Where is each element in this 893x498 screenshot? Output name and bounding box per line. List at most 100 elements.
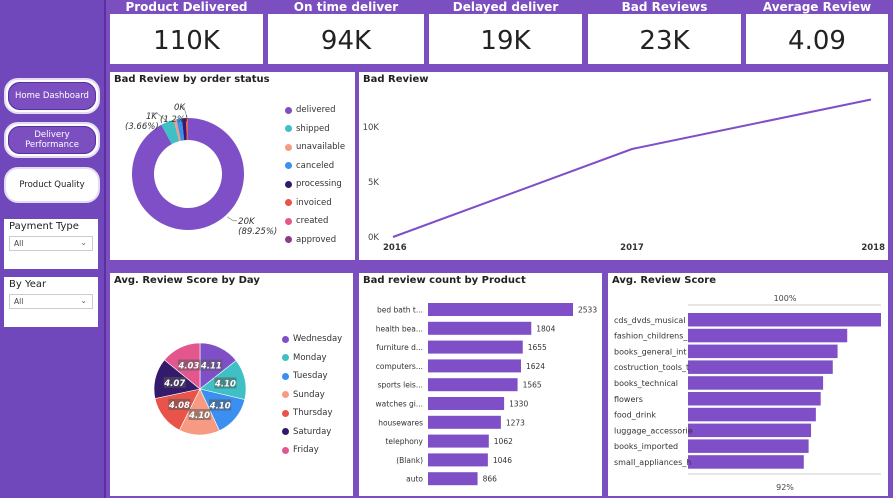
bar[interactable] bbox=[688, 328, 848, 343]
status-legend: delivered shipped unavailable canceled proce… bbox=[285, 101, 345, 249]
legend-swatch bbox=[282, 335, 289, 343]
bar[interactable] bbox=[428, 453, 488, 467]
slice-label: 4.11 bbox=[200, 362, 222, 372]
legend-item[interactable]: delivered bbox=[285, 101, 345, 120]
delivery-performance-label: Delivery Performance bbox=[25, 130, 79, 150]
bar[interactable] bbox=[688, 360, 833, 374]
bar[interactable] bbox=[428, 359, 521, 373]
product-quality-button[interactable]: Product Quality bbox=[4, 167, 100, 203]
kpi-title: Product Delivered bbox=[110, 0, 263, 14]
kpi-title: Delayed deliver bbox=[429, 0, 582, 14]
x-tick-label: 2018 bbox=[861, 243, 885, 253]
bar-value-label: 866 bbox=[483, 475, 498, 484]
legend-item[interactable]: Thursday bbox=[282, 404, 342, 423]
bar-category-label: luggage_accessorie bbox=[614, 426, 693, 435]
bar[interactable] bbox=[428, 397, 505, 410]
bar-category-label: computers... bbox=[376, 362, 423, 371]
annotation-leader bbox=[226, 216, 238, 222]
bar-category-label: furniture d... bbox=[376, 343, 423, 352]
legend-label: unavailable bbox=[296, 142, 346, 153]
legend-item[interactable]: Sunday bbox=[282, 386, 342, 405]
legend-swatch bbox=[282, 372, 289, 380]
bar[interactable] bbox=[688, 313, 881, 327]
axis-bottom-label: 92% bbox=[776, 483, 794, 492]
day-legend: Wednesday Monday Tuesday Sunday Thursday Satu… bbox=[282, 330, 342, 460]
bar[interactable] bbox=[428, 303, 573, 316]
bar-value-label: 1062 bbox=[494, 437, 513, 446]
kpi-value: 110K bbox=[153, 26, 220, 56]
bar-category-label: small_appliances_h bbox=[614, 458, 691, 467]
status-donut-panel: Bad Review by order status 20K (89.25%) 1K… bbox=[110, 72, 355, 260]
legend-swatch bbox=[285, 180, 292, 188]
legend-item[interactable]: Saturday bbox=[282, 423, 342, 442]
legend-item[interactable]: Monday bbox=[282, 349, 342, 368]
bar[interactable] bbox=[688, 344, 838, 359]
year-value: All bbox=[14, 297, 24, 306]
legend-item[interactable]: created bbox=[285, 212, 345, 231]
y-tick-label: 0K bbox=[368, 233, 379, 243]
bar-category-label: fashion_childrens_ bbox=[614, 332, 688, 341]
annotation-value: 1K bbox=[146, 112, 158, 122]
bar-category-label: cds_dvds_musical bbox=[614, 316, 685, 325]
bar[interactable] bbox=[428, 378, 518, 392]
legend-label: Thursday bbox=[293, 408, 333, 419]
legend-label: Sunday bbox=[293, 389, 325, 400]
legend-swatch bbox=[282, 354, 289, 362]
bar[interactable] bbox=[428, 434, 489, 448]
legend-item[interactable]: Wednesday bbox=[282, 330, 342, 349]
sidebar: Home Dashboard Delivery Performance Prod… bbox=[0, 0, 106, 498]
year-label: By Year bbox=[9, 279, 47, 290]
kpi-value: 19K bbox=[480, 26, 531, 56]
score-bar-chart: 100% cds_dvds_musical fashion_childrens_bo… bbox=[614, 294, 881, 492]
bar[interactable] bbox=[428, 472, 478, 486]
legend-label: delivered bbox=[296, 105, 336, 116]
bar[interactable] bbox=[428, 321, 532, 335]
annotation-value: 0K bbox=[174, 103, 186, 113]
kpi-card-product-delivered: Product Delivered 110K bbox=[110, 0, 263, 64]
legend-item[interactable]: invoiced bbox=[285, 194, 345, 213]
payment-type-dropdown[interactable]: All ⌄ bbox=[9, 236, 93, 251]
bar[interactable] bbox=[428, 340, 523, 354]
legend-label: shipped bbox=[296, 123, 330, 134]
bar-category-label: auto bbox=[406, 475, 423, 484]
legend-item[interactable]: Tuesday bbox=[282, 367, 342, 386]
kpi-card-delayed: Delayed deliver 19K bbox=[429, 0, 582, 64]
bar-category-label: housewares bbox=[378, 418, 423, 427]
legend-item[interactable]: unavailable bbox=[285, 138, 345, 157]
bar[interactable] bbox=[688, 407, 816, 422]
legend-item[interactable]: processing bbox=[285, 175, 345, 194]
legend-swatch bbox=[285, 125, 292, 133]
legend-swatch bbox=[285, 143, 292, 151]
bad-review-line-panel: Bad Review 0K 5K 10K 2016 2017 2018 bbox=[359, 72, 888, 260]
product-bar-chart: bed bath t... 2533 health bea... 1804 furnit… bbox=[376, 303, 597, 486]
bar-value-label: 1330 bbox=[509, 400, 528, 409]
payment-type-value: All bbox=[14, 239, 24, 248]
legend-item[interactable]: approved bbox=[285, 231, 345, 250]
legend-item[interactable]: canceled bbox=[285, 157, 345, 176]
slice-label: 4.10 bbox=[188, 411, 210, 421]
slice-label: 4.08 bbox=[168, 401, 190, 411]
kpi-value: 94K bbox=[320, 26, 372, 56]
bar[interactable] bbox=[688, 392, 821, 406]
payment-type-slicer: Payment Type All ⌄ bbox=[4, 219, 98, 269]
kpi-value: 23K bbox=[639, 26, 690, 56]
legend-label: invoiced bbox=[296, 197, 332, 208]
home-dashboard-label: Home Dashboard bbox=[15, 91, 89, 101]
x-tick-label: 2016 bbox=[383, 243, 407, 253]
bar[interactable] bbox=[688, 455, 804, 469]
kpi-title: Average Review Score bbox=[746, 0, 888, 28]
home-dashboard-button[interactable]: Home Dashboard bbox=[4, 78, 100, 114]
year-dropdown[interactable]: All ⌄ bbox=[9, 294, 93, 309]
delivery-performance-button[interactable]: Delivery Performance bbox=[4, 122, 100, 158]
bar[interactable] bbox=[688, 376, 824, 390]
score-bar-panel: Avg. Review Score 100% cds_dvds_musical fa… bbox=[608, 273, 888, 496]
bar[interactable] bbox=[688, 423, 812, 438]
bar[interactable] bbox=[428, 415, 501, 429]
bar-category-label: books_imported bbox=[614, 442, 678, 451]
legend-item[interactable]: shipped bbox=[285, 120, 345, 139]
bar[interactable] bbox=[688, 439, 809, 453]
legend-item[interactable]: Friday bbox=[282, 441, 342, 460]
line-series[interactable] bbox=[392, 98, 872, 238]
day-pie-panel: Avg. Review Score by Day 4.11 4.10 4.10 4.1… bbox=[110, 273, 353, 496]
bar-category-label: health bea... bbox=[376, 324, 423, 333]
